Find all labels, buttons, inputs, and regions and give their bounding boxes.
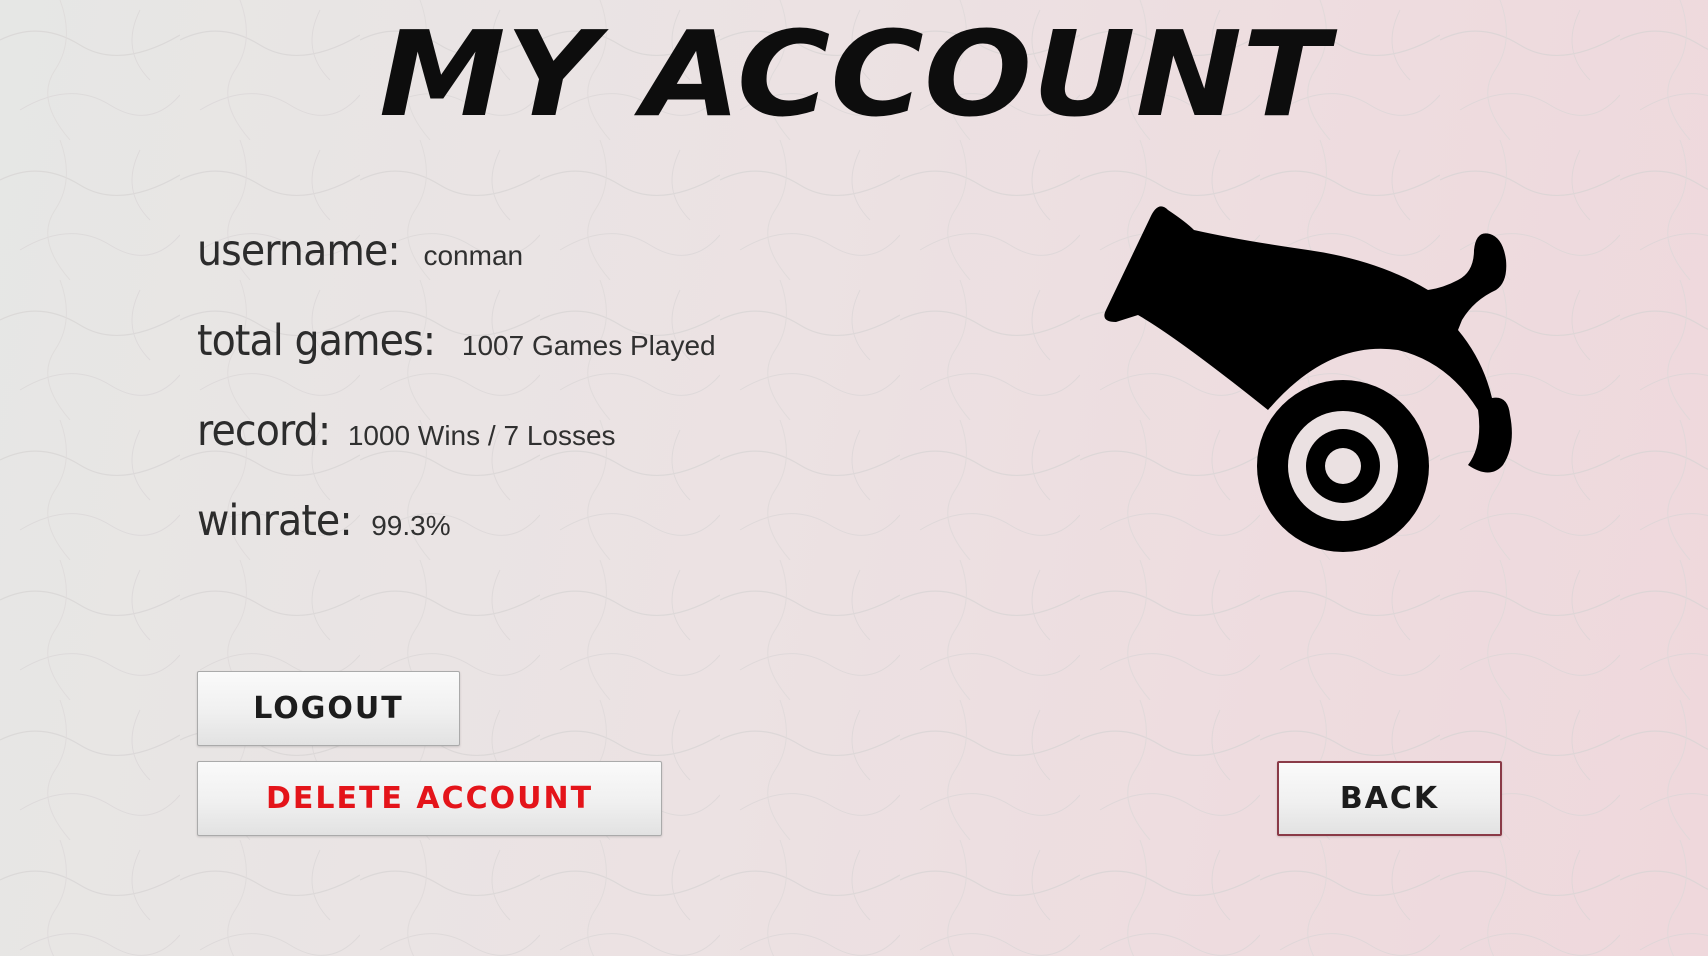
record-label: record: bbox=[197, 406, 331, 456]
total-games-row: total games: 1007 Games Played bbox=[197, 316, 716, 366]
cannon-icon bbox=[1104, 206, 1512, 552]
back-button[interactable]: BACK bbox=[1277, 761, 1502, 836]
winrate-label: winrate: bbox=[197, 496, 353, 546]
record-row: record: 1000 Wins / 7 Losses bbox=[197, 406, 616, 456]
page-title: MY ACCOUNT bbox=[0, 5, 1708, 143]
username-label: username: bbox=[197, 226, 401, 276]
record-value: 1000 Wins / 7 Losses bbox=[347, 420, 616, 451]
total-games-label: total games: bbox=[197, 316, 436, 366]
username-value: conman bbox=[423, 240, 524, 271]
username-row: username: conman bbox=[197, 226, 523, 276]
logout-button[interactable]: LOGOUT bbox=[197, 671, 460, 746]
winrate-value: 99.3% bbox=[371, 510, 451, 541]
delete-account-button[interactable]: DELETE ACCOUNT bbox=[197, 761, 662, 836]
total-games-value: 1007 Games Played bbox=[461, 330, 716, 361]
winrate-row: winrate: 99.3% bbox=[197, 496, 451, 546]
page-title-text: MY ACCOUNT bbox=[379, 20, 1338, 130]
